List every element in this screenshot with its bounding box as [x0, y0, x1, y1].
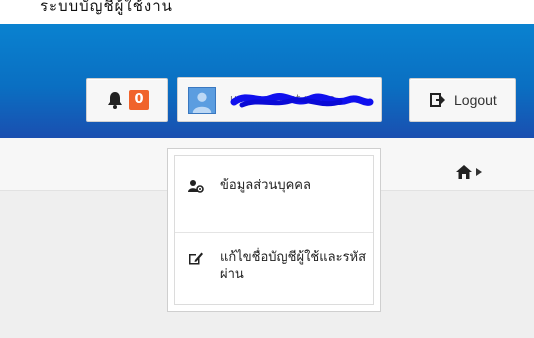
- top-title-text: ระบบบัญชีผู้ใช้งาน: [40, 0, 173, 15]
- menu-item-label: ข้อมูลส่วนบุคคล: [220, 178, 311, 193]
- logout-button[interactable]: Logout: [409, 78, 516, 122]
- breadcrumb-home[interactable]: [456, 165, 482, 179]
- sign-out-icon: [430, 93, 445, 107]
- menu-item-label: แก้ไขชื่อบัญชีผู้ใช้และรหัสผ่าน: [220, 250, 367, 282]
- avatar-icon: [188, 87, 216, 114]
- user-menu-button[interactable]: user.account.name: [177, 77, 382, 122]
- menu-item-edit-account[interactable]: แก้ไขชื่อบัญชีผู้ใช้และรหัสผ่าน: [188, 249, 368, 283]
- notification-count-badge: 0: [129, 90, 149, 110]
- user-cog-icon: [188, 180, 204, 193]
- caret-right-icon: [476, 168, 482, 176]
- edit-icon: [189, 252, 203, 265]
- home-icon: [456, 165, 472, 179]
- top-title-strip: ระบบบัญชีผู้ใช้งาน: [0, 0, 534, 24]
- bell-icon: [108, 92, 123, 109]
- notifications-button[interactable]: 0: [86, 78, 168, 122]
- menu-item-profile[interactable]: ข้อมูลส่วนบุคคล: [188, 177, 368, 194]
- user-dropdown-menu: ข้อมูลส่วนบุคคล แก้ไขชื่อบัญชีผู้ใช้และร…: [167, 148, 381, 312]
- menu-divider: [174, 232, 374, 233]
- redaction-scribble: [230, 93, 374, 108]
- logout-label: Logout: [454, 92, 497, 108]
